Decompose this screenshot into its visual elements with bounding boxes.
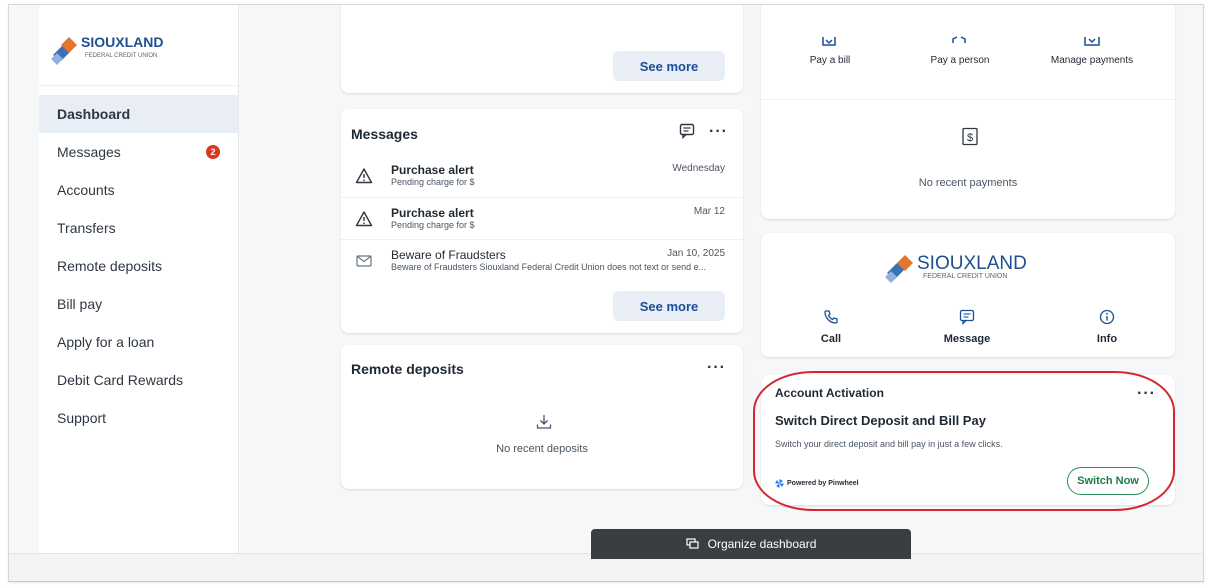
sidebar-item-remote-deposits[interactable]: Remote deposits — [39, 247, 238, 285]
activation-title: Account Activation — [775, 386, 884, 400]
receipt-dollar-icon: $ — [962, 127, 978, 146]
message-icon[interactable] — [959, 309, 975, 325]
switch-now-button[interactable]: Switch Now — [1067, 467, 1149, 495]
sidebar-item-accounts[interactable]: Accounts — [39, 171, 238, 209]
message-date: Mar 12 — [693, 206, 725, 217]
message-preview: Pending charge for $ — [391, 177, 475, 187]
phone-icon[interactable] — [823, 309, 839, 325]
unread-badge: 2 — [206, 145, 220, 159]
message-date: Jan 10, 2025 — [667, 248, 725, 259]
siouxland-contact-logo: SIOUXLAND FEDERAL CREDIT UNION — [885, 253, 1027, 283]
messages-title: Messages — [351, 126, 418, 142]
deposit-download-icon — [536, 415, 552, 429]
manage-payments-icon[interactable] — [1083, 35, 1101, 47]
organize-dashboard-button[interactable]: Organize dashboard — [591, 529, 911, 559]
sidebar-item-dashboard[interactable]: Dashboard — [39, 95, 238, 133]
messages-card: Messages ··· Purchase alert Pending char… — [341, 109, 743, 333]
see-more-button[interactable]: See more — [613, 291, 725, 321]
new-message-icon[interactable] — [679, 123, 695, 139]
sidebar-item-apply-loan[interactable]: Apply for a loan — [39, 323, 238, 361]
remote-deposits-title: Remote deposits — [351, 361, 464, 377]
organize-icon — [686, 538, 699, 549]
sidebar-item-label: Dashboard — [57, 106, 131, 122]
pinwheel-icon — [775, 479, 784, 488]
bill-pay-divider — [761, 99, 1175, 100]
message-preview: Beware of Fraudsters Siouxland Federal C… — [391, 262, 707, 272]
sidebar-item-label: Transfers — [57, 220, 116, 236]
sidebar: SIOUXLAND FEDERAL CREDIT UNION Dashboard… — [39, 5, 239, 553]
sidebar-item-bill-pay[interactable]: Bill pay — [39, 285, 238, 323]
message-row[interactable]: Beware of Fraudsters Beware of Fraudster… — [341, 239, 743, 281]
account-activation-card: Account Activation ··· Switch Direct Dep… — [761, 375, 1175, 505]
remote-deposits-card: Remote deposits ··· No recent deposits — [341, 345, 743, 489]
contact-logo-subtext: FEDERAL CREDIT UNION — [923, 273, 1007, 280]
organize-label: Organize dashboard — [707, 537, 817, 551]
sidebar-item-label: Bill pay — [57, 296, 103, 312]
call-button[interactable]: Call — [786, 333, 876, 345]
info-button[interactable]: Info — [1062, 333, 1152, 345]
sidebar-item-messages[interactable]: Messages 2 — [39, 133, 238, 171]
sidebar-item-label: Apply for a loan — [57, 334, 155, 350]
warning-icon — [355, 168, 373, 184]
see-more-button[interactable]: See more — [613, 51, 725, 81]
message-preview: Pending charge for $ — [391, 220, 475, 230]
sidebar-item-transfers[interactable]: Transfers — [39, 209, 238, 247]
activation-more-menu[interactable]: ··· — [1137, 386, 1156, 402]
activation-description: Switch your direct deposit and bill pay … — [775, 439, 1003, 449]
sidebar-item-label: Accounts — [57, 182, 115, 198]
logo-subtext: FEDERAL CREDIT UNION — [85, 53, 157, 59]
bill-pay-card: Pay a bill Pay a person Manage payments … — [761, 5, 1175, 219]
sidebar-item-label: Support — [57, 410, 107, 426]
activation-heading: Switch Direct Deposit and Bill Pay — [775, 413, 986, 428]
sidebar-item-label: Debit Card Rewards — [57, 372, 184, 388]
message-title: Purchase alert — [391, 206, 474, 220]
manage-payments-label[interactable]: Manage payments — [1037, 55, 1147, 66]
siouxland-logo[interactable]: SIOUXLAND FEDERAL CREDIT UNION — [49, 33, 199, 65]
info-icon[interactable] — [1099, 309, 1115, 325]
contact-card: SIOUXLAND FEDERAL CREDIT UNION Call Mess… — [761, 233, 1175, 357]
sidebar-divider — [39, 85, 238, 86]
pay-person-icon[interactable] — [951, 35, 967, 47]
sidebar-item-support[interactable]: Support — [39, 399, 238, 437]
sidebar-item-label: Remote deposits — [57, 258, 163, 274]
pay-person-label[interactable]: Pay a person — [905, 55, 1015, 66]
svg-text:$: $ — [967, 132, 973, 144]
message-row[interactable]: Purchase alert Pending charge for $ Wedn… — [341, 155, 743, 197]
logo-wordmark: SIOUXLAND — [81, 34, 163, 50]
sidebar-item-label: Messages — [57, 144, 121, 160]
sidebar-nav: Dashboard Messages 2 Accounts Transfers R… — [39, 95, 238, 437]
no-payments-text: No recent payments — [918, 177, 1018, 189]
message-title: Beware of Fraudsters — [391, 248, 506, 262]
app-window: SIOUXLAND FEDERAL CREDIT UNION Dashboard… — [8, 4, 1204, 582]
sidebar-item-debit-card-rewards[interactable]: Debit Card Rewards — [39, 361, 238, 399]
message-button[interactable]: Message — [922, 333, 1012, 345]
accounts-card: See more — [341, 5, 743, 93]
pay-bill-icon[interactable] — [821, 35, 837, 47]
powered-by-text: Powered by Pinwheel — [787, 480, 859, 487]
warning-icon — [355, 211, 373, 227]
no-deposits-text: No recent deposits — [496, 443, 588, 455]
mail-icon — [356, 255, 372, 267]
contact-logo-wordmark: SIOUXLAND — [917, 253, 1027, 274]
messages-more-menu[interactable]: ··· — [709, 124, 728, 140]
remote-deposits-more-menu[interactable]: ··· — [707, 360, 726, 376]
pay-bill-label[interactable]: Pay a bill — [775, 55, 885, 66]
message-title: Purchase alert — [391, 163, 474, 177]
message-date: Wednesday — [672, 163, 725, 174]
message-row[interactable]: Purchase alert Pending charge for $ Mar … — [341, 197, 743, 239]
